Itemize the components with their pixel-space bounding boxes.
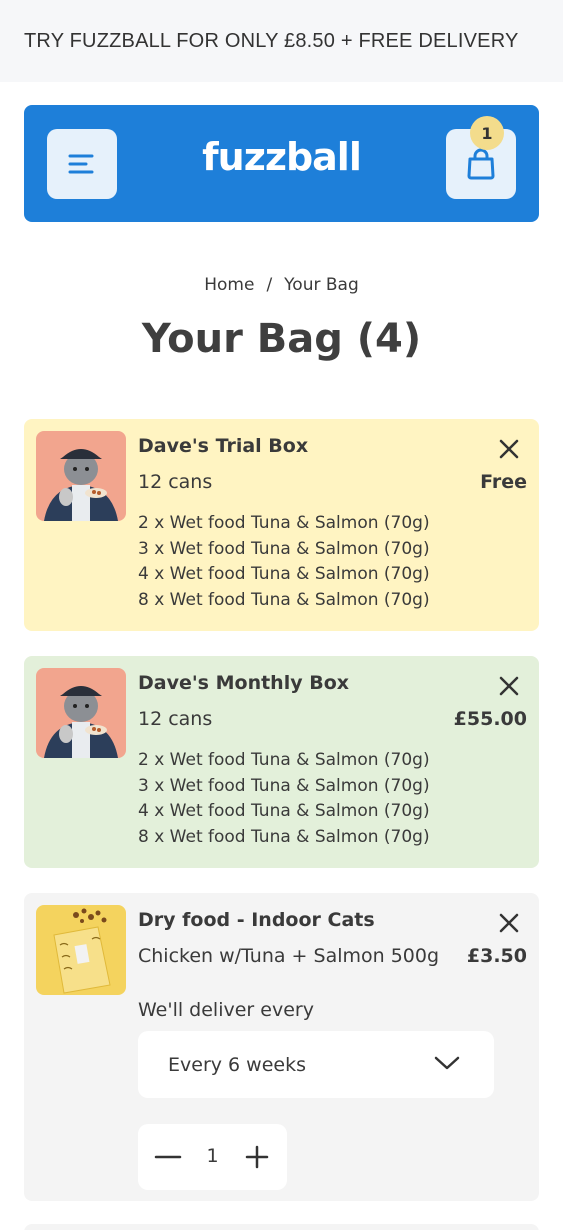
delivery-frequency-value: Every 6 weeks bbox=[168, 1053, 306, 1076]
product-subtitle: 12 cans bbox=[138, 471, 213, 493]
cart-item-trial-box: Dave's Trial Box 12 cans Free 2 x Wet fo… bbox=[24, 419, 539, 631]
close-icon[interactable] bbox=[497, 911, 521, 935]
content-line: 2 x Wet food Tuna & Salmon (70g) bbox=[138, 513, 430, 533]
breadcrumb: Home / Your Bag bbox=[0, 275, 563, 295]
product-name: Dave's Monthly Box bbox=[138, 672, 350, 694]
box-contents: 2 x Wet food Tuna & Salmon (70g) 3 x Wet… bbox=[138, 748, 430, 850]
content-line: 4 x Wet food Tuna & Salmon (70g) bbox=[138, 801, 430, 822]
content-line: 8 x Wet food Tuna & Salmon (70g) bbox=[138, 589, 430, 610]
product-subtitle: Chicken w/Tuna + Salmon 500g bbox=[138, 945, 440, 967]
next-cart-item bbox=[24, 1224, 539, 1230]
close-icon[interactable] bbox=[497, 437, 521, 461]
quantity-stepper: 1 bbox=[138, 1124, 287, 1190]
plus-icon[interactable] bbox=[243, 1144, 271, 1170]
promo-text: TRY FUZZBALL FOR ONLY £8.50 + FREE DELIV… bbox=[24, 29, 519, 52]
cart-item-monthly-box: Dave's Monthly Box 12 cans £55.00 2 x We… bbox=[24, 656, 539, 868]
product-image bbox=[36, 668, 126, 758]
product-price: £55.00 bbox=[453, 708, 527, 730]
product-image bbox=[36, 905, 126, 995]
content-line: 4 x Wet food Tuna & Salmon (70g) bbox=[138, 564, 430, 585]
breadcrumb-home[interactable]: Home bbox=[204, 275, 254, 295]
delivery-frequency-select[interactable]: Every 6 weeks bbox=[138, 1031, 494, 1098]
close-icon[interactable] bbox=[497, 674, 521, 698]
product-image bbox=[36, 431, 126, 521]
breadcrumb-current: Your Bag bbox=[284, 275, 359, 295]
chevron-down-icon bbox=[434, 1056, 460, 1070]
delivery-frequency-label: We'll deliver every bbox=[138, 999, 314, 1021]
page-title: Your Bag (4) bbox=[141, 316, 422, 362]
content-line: 3 x Wet food Tuna & Salmon (70g) bbox=[138, 538, 430, 559]
promo-banner: TRY FUZZBALL FOR ONLY £8.50 + FREE DELIV… bbox=[0, 0, 563, 82]
product-price: £3.50 bbox=[466, 945, 527, 967]
product-name: Dry food - Indoor Cats bbox=[138, 909, 375, 931]
product-name: Dave's Trial Box bbox=[138, 435, 309, 457]
content-line: 8 x Wet food Tuna & Salmon (70g) bbox=[138, 826, 430, 847]
product-subtitle: 12 cans bbox=[138, 708, 213, 730]
content-line: 3 x Wet food Tuna & Salmon (70g) bbox=[138, 775, 430, 796]
shopping-bag-icon bbox=[467, 148, 495, 180]
breadcrumb-separator: / bbox=[266, 275, 273, 295]
product-price: Free bbox=[480, 471, 527, 493]
content-line: 2 x Wet food Tuna & Salmon (70g) bbox=[138, 750, 430, 770]
site-header: fuzzball bbox=[24, 105, 539, 222]
bag-count-badge: 1 bbox=[470, 116, 504, 150]
cart-item-dry-food: Dry food - Indoor Cats Chicken w/Tuna + … bbox=[24, 893, 539, 1201]
box-contents: 2 x Wet food Tuna & Salmon (70g) 3 x Wet… bbox=[138, 511, 430, 613]
